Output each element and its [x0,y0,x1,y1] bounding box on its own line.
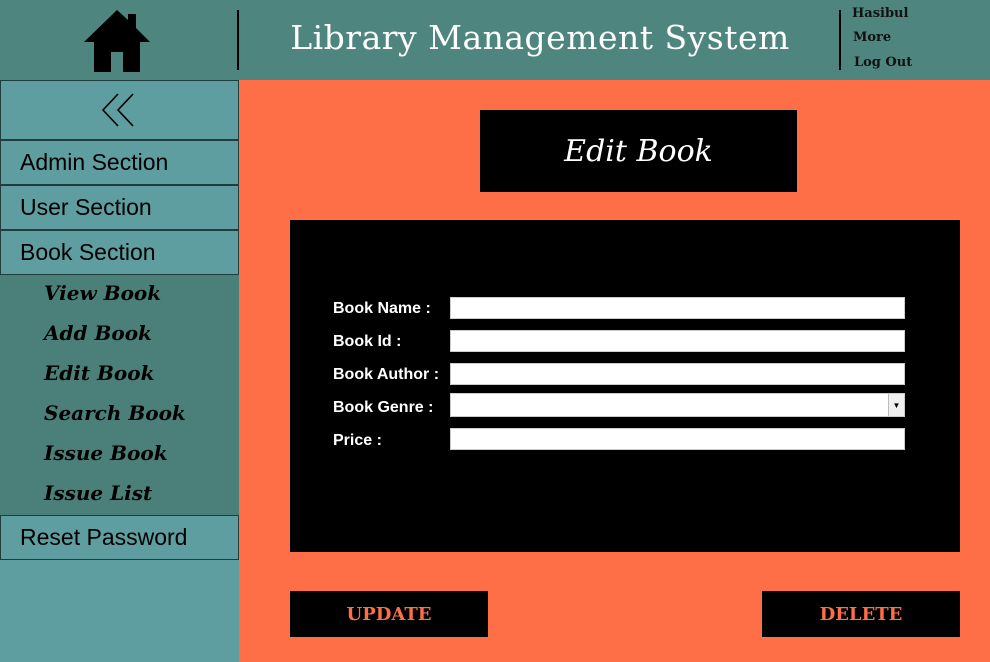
logout-link[interactable]: Log Out [854,55,912,70]
page-title-box: Edit Book [480,110,797,192]
edit-book-form: Book Name : Book Id : Book Author : Book… [290,220,960,552]
submenu-edit-book[interactable]: Edit Book [44,361,154,385]
sidebar: Admin Section User Section Book Section … [0,80,239,662]
submenu-view-book[interactable]: View Book [44,281,161,305]
update-button[interactable]: UPDATE [290,591,488,637]
collapse-sidebar-button[interactable] [0,80,239,140]
header-divider-right [839,10,841,70]
page-title: Edit Book [564,133,713,169]
double-chevron-left-icon [101,93,134,127]
price-input[interactable] [450,428,905,450]
book-author-input[interactable] [450,363,905,385]
sidebar-item-admin-section[interactable]: Admin Section [0,140,239,185]
dropdown-arrow-icon[interactable]: ▼ [888,394,904,416]
book-id-label: Book Id : [333,333,402,350]
sidebar-item-user-section[interactable]: User Section [0,185,239,230]
price-label: Price : [333,432,382,449]
submenu-issue-list[interactable]: Issue List [44,481,152,505]
book-genre-select[interactable]: ▼ [450,393,905,417]
app-title: Library Management System [290,18,790,57]
delete-button[interactable]: DELETE [762,591,960,637]
book-submenu: View Book Add Book Edit Book Search Book… [0,275,239,515]
book-id-input[interactable] [450,330,905,352]
book-name-input[interactable] [450,297,905,319]
more-link[interactable]: More [853,30,891,45]
header-divider-left [237,10,239,70]
user-name-link[interactable]: Hasibul [852,6,908,21]
book-genre-label: Book Genre : [333,399,434,416]
book-name-label: Book Name : [333,300,431,317]
book-author-label: Book Author : [333,366,440,383]
submenu-add-book[interactable]: Add Book [44,321,152,345]
sidebar-item-book-section[interactable]: Book Section [0,230,239,275]
submenu-issue-book[interactable]: Issue Book [44,441,168,465]
sidebar-item-reset-password[interactable]: Reset Password [0,515,239,560]
submenu-search-book[interactable]: Search Book [44,401,186,425]
home-icon[interactable] [84,8,150,72]
header-bar: Library Management System Hasibul More L… [0,0,990,80]
